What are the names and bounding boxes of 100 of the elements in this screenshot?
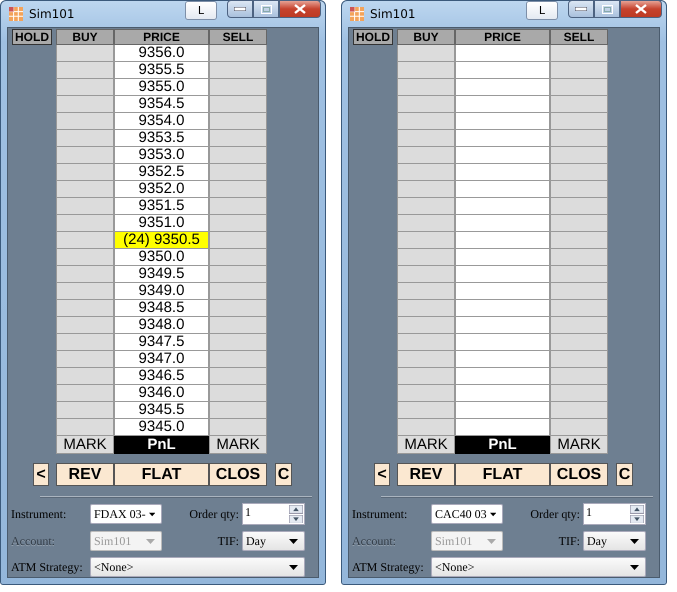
price-cell[interactable]: 9349.0 bbox=[114, 283, 209, 300]
buy-cell[interactable] bbox=[397, 368, 455, 385]
buy-cell[interactable] bbox=[56, 147, 114, 164]
price-cell[interactable] bbox=[455, 96, 550, 113]
price-cell[interactable] bbox=[455, 317, 550, 334]
sell-cell[interactable] bbox=[550, 368, 608, 385]
buy-cell[interactable] bbox=[397, 198, 455, 215]
buy-cell[interactable] bbox=[397, 181, 455, 198]
price-cell[interactable]: 9354.5 bbox=[114, 96, 209, 113]
sell-cell[interactable] bbox=[209, 266, 267, 283]
buy-cell[interactable] bbox=[56, 283, 114, 300]
price-cell[interactable]: 9353.0 bbox=[114, 147, 209, 164]
mark-button[interactable]: MARK bbox=[550, 436, 608, 454]
buy-cell[interactable] bbox=[56, 164, 114, 181]
sell-cell[interactable] bbox=[550, 130, 608, 147]
buy-cell[interactable] bbox=[397, 215, 455, 232]
buy-cell[interactable] bbox=[56, 198, 114, 215]
sell-cell[interactable] bbox=[209, 232, 267, 249]
instrument-dropdown[interactable]: CAC40 03 bbox=[431, 504, 503, 524]
sell-cell[interactable] bbox=[209, 62, 267, 79]
buy-cell[interactable] bbox=[56, 96, 114, 113]
flatten-button[interactable]: FLAT bbox=[455, 463, 550, 486]
pnl-button[interactable]: PnL bbox=[114, 436, 209, 454]
price-cell[interactable]: 9355.0 bbox=[114, 79, 209, 96]
price-cell[interactable]: 9348.5 bbox=[114, 300, 209, 317]
price-cell[interactable]: (24) 9350.5 bbox=[114, 232, 209, 249]
close-position-button[interactable]: CLOS bbox=[209, 463, 267, 486]
price-cell[interactable] bbox=[455, 351, 550, 368]
sell-cell[interactable] bbox=[550, 283, 608, 300]
sell-cell[interactable] bbox=[550, 198, 608, 215]
sell-cell[interactable] bbox=[209, 96, 267, 113]
buy-cell[interactable] bbox=[397, 249, 455, 266]
sell-cell[interactable] bbox=[550, 419, 608, 436]
buy-cell[interactable] bbox=[56, 385, 114, 402]
buy-cell[interactable] bbox=[56, 317, 114, 334]
buy-cell[interactable] bbox=[397, 164, 455, 181]
sell-cell[interactable] bbox=[550, 385, 608, 402]
atm-strategy-dropdown[interactable]: <None> bbox=[431, 557, 646, 577]
price-cell[interactable]: 9347.0 bbox=[114, 351, 209, 368]
sell-cell[interactable] bbox=[209, 283, 267, 300]
link-button[interactable]: L bbox=[185, 0, 217, 20]
buy-cell[interactable] bbox=[397, 266, 455, 283]
buy-cell[interactable] bbox=[397, 283, 455, 300]
buy-cell[interactable] bbox=[397, 62, 455, 79]
buy-cell[interactable] bbox=[56, 419, 114, 436]
cancel-button[interactable]: C bbox=[275, 463, 292, 486]
price-cell[interactable] bbox=[455, 385, 550, 402]
buy-cell[interactable] bbox=[397, 232, 455, 249]
sell-cell[interactable] bbox=[550, 62, 608, 79]
price-cell[interactable]: 9353.5 bbox=[114, 130, 209, 147]
atm-strategy-dropdown[interactable]: <None> bbox=[90, 557, 305, 577]
sell-cell[interactable] bbox=[550, 334, 608, 351]
sell-cell[interactable] bbox=[209, 147, 267, 164]
sell-cell[interactable] bbox=[550, 266, 608, 283]
price-cell[interactable]: 9346.5 bbox=[114, 368, 209, 385]
price-cell[interactable]: 9351.0 bbox=[114, 215, 209, 232]
cancel-button[interactable]: C bbox=[616, 463, 633, 486]
sell-cell[interactable] bbox=[550, 317, 608, 334]
buy-cell[interactable] bbox=[397, 419, 455, 436]
buy-cell[interactable] bbox=[397, 300, 455, 317]
price-cell[interactable] bbox=[455, 402, 550, 419]
buy-cell[interactable] bbox=[56, 249, 114, 266]
price-cell[interactable] bbox=[455, 334, 550, 351]
sell-cell[interactable] bbox=[550, 351, 608, 368]
sell-cell[interactable] bbox=[209, 317, 267, 334]
sell-cell[interactable] bbox=[209, 79, 267, 96]
price-cell[interactable]: 9351.5 bbox=[114, 198, 209, 215]
mark-button[interactable]: MARK bbox=[56, 436, 114, 454]
sell-cell[interactable] bbox=[209, 215, 267, 232]
sell-cell[interactable] bbox=[550, 300, 608, 317]
tif-dropdown[interactable]: Day bbox=[242, 531, 305, 551]
buy-cell[interactable] bbox=[56, 334, 114, 351]
price-cell[interactable] bbox=[455, 419, 550, 436]
sell-cell[interactable] bbox=[209, 45, 267, 62]
price-cell[interactable] bbox=[455, 79, 550, 96]
buy-cell[interactable] bbox=[397, 402, 455, 419]
mark-button[interactable]: MARK bbox=[397, 436, 455, 454]
sell-cell[interactable] bbox=[550, 402, 608, 419]
price-cell[interactable] bbox=[455, 249, 550, 266]
hold-button[interactable]: HOLD bbox=[12, 29, 52, 45]
mark-button[interactable]: MARK bbox=[209, 436, 267, 454]
sell-cell[interactable] bbox=[209, 300, 267, 317]
price-cell[interactable] bbox=[455, 232, 550, 249]
buy-cell[interactable] bbox=[397, 147, 455, 164]
maximize-button[interactable] bbox=[594, 0, 620, 18]
price-cell[interactable]: 9350.0 bbox=[114, 249, 209, 266]
buy-cell[interactable] bbox=[397, 351, 455, 368]
buy-cell[interactable] bbox=[56, 215, 114, 232]
buy-cell[interactable] bbox=[397, 317, 455, 334]
buy-cell[interactable] bbox=[56, 300, 114, 317]
buy-cell[interactable] bbox=[56, 79, 114, 96]
price-cell[interactable] bbox=[455, 45, 550, 62]
minimize-button[interactable] bbox=[227, 0, 253, 18]
link-button[interactable]: L bbox=[526, 0, 558, 20]
sell-cell[interactable] bbox=[550, 96, 608, 113]
buy-cell[interactable] bbox=[397, 45, 455, 62]
price-cell[interactable] bbox=[455, 164, 550, 181]
price-cell[interactable]: 9349.5 bbox=[114, 266, 209, 283]
sell-cell[interactable] bbox=[550, 164, 608, 181]
pnl-button[interactable]: PnL bbox=[455, 436, 550, 454]
